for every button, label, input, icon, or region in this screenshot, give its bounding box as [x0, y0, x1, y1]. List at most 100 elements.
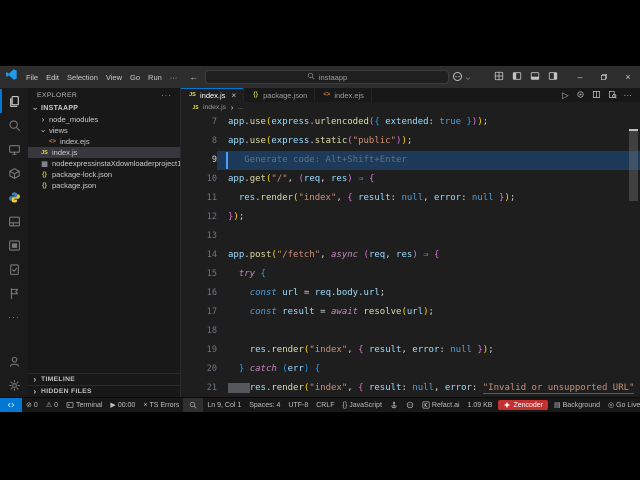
status-refact-ai[interactable]: Refact.ai — [418, 398, 464, 412]
testing-icon[interactable] — [0, 257, 28, 281]
code-token: url — [282, 288, 299, 298]
code-line-20[interactable]: 20 } catch (err) { — [181, 360, 640, 379]
flag-icon[interactable] — [0, 281, 28, 305]
code-line-10[interactable]: 10 app.get("/", (req, res) ⇒ { — [181, 170, 640, 189]
more-icon[interactable]: ··· — [0, 305, 28, 329]
status-background[interactable]: ▤ Background — [550, 398, 604, 412]
command-center-search[interactable]: instaapp — [205, 70, 449, 84]
status-language-mode[interactable]: {} JavaScript — [339, 398, 386, 412]
menu-item-go[interactable]: Go — [126, 71, 144, 84]
explorer-icon[interactable] — [0, 89, 28, 113]
settings-gear-icon[interactable] — [0, 373, 28, 397]
search-side-icon[interactable] — [0, 113, 28, 137]
code-line-8[interactable]: 8 app.use(express.static("public")); — [181, 132, 640, 151]
tree-item-instaapp[interactable]: › INSTAAPP — [28, 103, 180, 114]
customize-layout-icon[interactable] — [494, 68, 504, 86]
js-file-icon: JS — [41, 149, 48, 156]
status-indentation[interactable]: Spaces: 4 — [245, 398, 284, 412]
status-problems-warnings[interactable]: ⚠ 0 — [42, 398, 62, 412]
code-token: req — [314, 288, 331, 298]
status-anchor-ext[interactable] — [386, 398, 402, 412]
tab-index-ejs[interactable]: <> index.ejs — [315, 88, 372, 102]
sidebar-section-timeline[interactable]: › TIMELINE — [28, 373, 180, 385]
status-cursor-position[interactable]: Ln 9, Col 1 — [203, 398, 245, 412]
panel-left-icon[interactable] — [512, 68, 522, 86]
editor-scrollbar[interactable] — [629, 131, 638, 201]
code-token: app — [228, 136, 245, 146]
status-file-size[interactable]: 1.09 KB — [464, 398, 497, 412]
tree-item-index-ejs[interactable]: <> index.ejs — [28, 136, 180, 147]
split-editor-icon[interactable] — [592, 90, 601, 101]
panel-bottom-icon[interactable] — [530, 68, 540, 86]
code-editor[interactable]: 7 app.use(express.urlencoded({ extended: … — [181, 113, 640, 397]
code-line-19[interactable]: 19 res.render("index", { result, error: … — [181, 341, 640, 360]
menu-item-[interactable]: ··· — [166, 71, 182, 84]
status-eol[interactable]: CRLF — [312, 398, 338, 412]
code-token: "public" — [352, 136, 397, 146]
status-terminal[interactable]: Terminal — [62, 398, 106, 412]
sidebar-section-hidden-files[interactable]: › HIDDEN FILES — [28, 385, 180, 397]
window-panel-icon[interactable] — [0, 209, 28, 233]
tree-item-package-json[interactable]: {} package.json — [28, 180, 180, 191]
close-button[interactable]: × — [616, 66, 640, 88]
tree-item-label: package.json — [52, 181, 97, 190]
tree-item-label: package-lock.json — [52, 170, 113, 179]
menu-item-edit[interactable]: Edit — [42, 71, 63, 84]
restore-button[interactable] — [592, 66, 616, 88]
editor-group: JS index.js ×{} package.json <> index.ejs ▷ ··… — [181, 88, 640, 397]
code-token: , — [423, 193, 434, 203]
code-line-16[interactable]: 16 const url = req.body.url; — [181, 284, 640, 303]
panel-right-icon[interactable] — [548, 68, 558, 86]
status-timer[interactable]: ▶ 00:00 — [106, 398, 139, 412]
cube-icon[interactable] — [0, 161, 28, 185]
back-arrow-icon[interactable]: ← — [189, 72, 198, 82]
code-line-14[interactable]: 14 app.post("/fetch", async (req, res) ⇒ … — [181, 246, 640, 265]
explorer-more-icon[interactable]: ··· — [161, 91, 172, 100]
status-label: 00:00 — [117, 401, 136, 409]
breadcrumb[interactable]: JS index.js › ... — [181, 102, 640, 113]
live-preview-icon[interactable] — [0, 233, 28, 257]
status-face-ext[interactable] — [402, 398, 418, 412]
menu-item-view[interactable]: View — [102, 71, 126, 84]
status-ts-errors[interactable]: × TS Errors — [139, 398, 183, 412]
menu-item-selection[interactable]: Selection — [63, 71, 102, 84]
code-line-content — [217, 322, 640, 341]
status-zoom[interactable] — [183, 398, 204, 412]
tab-index-js[interactable]: JS index.js × — [181, 88, 245, 102]
remote-monitor-icon[interactable] — [0, 137, 28, 161]
menu-item-file[interactable]: File — [22, 71, 42, 84]
open-preview-icon[interactable] — [608, 90, 617, 101]
tree-item-node-modules[interactable]: › node_modules — [28, 114, 180, 125]
code-line-7[interactable]: 7 app.use(express.urlencoded({ extended: … — [181, 113, 640, 132]
tree-item-package-lock-json[interactable]: {} package-lock.json — [28, 169, 180, 180]
code-token: { — [374, 117, 386, 127]
minimize-button[interactable]: – — [568, 66, 592, 88]
code-line-15[interactable]: 15 try { — [181, 265, 640, 284]
status-label: JavaScript — [349, 401, 382, 409]
code-line-12[interactable]: 12}); — [181, 208, 640, 227]
run-icon[interactable]: ▷ — [562, 90, 569, 101]
code-line-13[interactable]: 13 — [181, 227, 640, 246]
copilot-menu[interactable] — [452, 69, 471, 87]
code-line-21[interactable]: 21 res.render("index", { result: null, e… — [181, 379, 640, 397]
tab-package-json[interactable]: {} package.json — [244, 88, 316, 102]
python-icon[interactable] — [0, 185, 28, 209]
tree-item-nodeexpressinstaxdownloaderproject1997-rar[interactable]: ▦ nodeexpressinstaXdownloaderproject1997.… — [28, 158, 180, 169]
status-go-live[interactable]: ◎ Go Live — [604, 398, 640, 412]
close-tab-icon[interactable]: × — [231, 91, 236, 100]
tree-item-views[interactable]: › views — [28, 125, 180, 136]
code-line-9[interactable]: 9 Generate code: Alt+Shift+Enter — [181, 151, 640, 170]
tree-item-index-js[interactable]: JS index.js — [28, 147, 180, 158]
code-token: } — [493, 193, 505, 203]
debug-icon[interactable] — [576, 90, 585, 101]
more-actions-icon[interactable]: ··· — [624, 90, 633, 100]
status-zencoder[interactable]: Zencoder — [498, 400, 549, 410]
code-line-11[interactable]: 11 res.render("index", { result: null, e… — [181, 189, 640, 208]
code-line-18[interactable]: 18 — [181, 322, 640, 341]
code-line-17[interactable]: 17 const result = await resolve(url); — [181, 303, 640, 322]
status-problems-errors[interactable]: ⊘ 0 — [22, 398, 42, 412]
account-icon[interactable] — [0, 349, 28, 373]
status-encoding[interactable]: UTF-8 — [284, 398, 312, 412]
status-remote-indicator[interactable] — [0, 398, 22, 412]
menu-item-run[interactable]: Run — [144, 71, 166, 84]
